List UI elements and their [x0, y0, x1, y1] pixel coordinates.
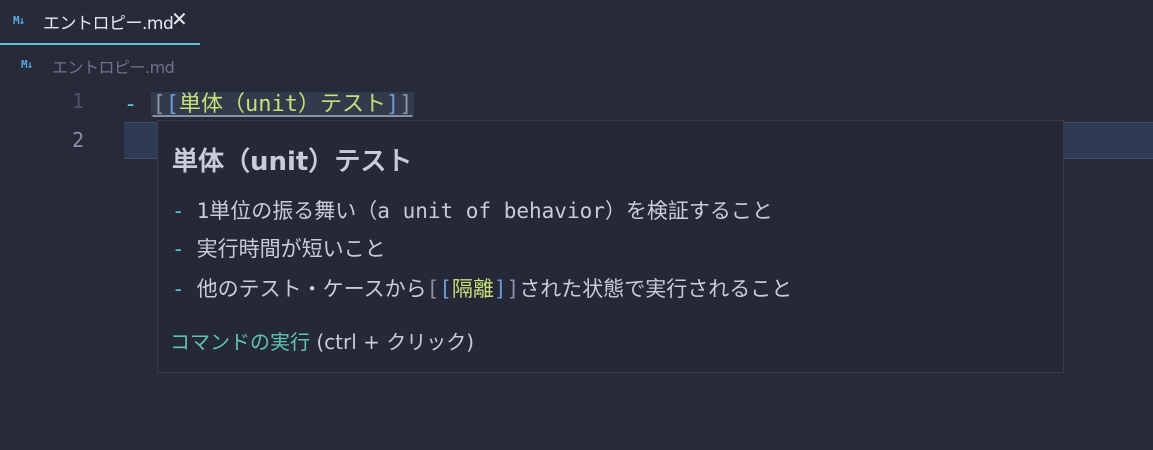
line-number: 2 [71, 128, 84, 152]
list-dash: - [172, 199, 185, 223]
hover-title: 単体（unit）テスト [172, 147, 413, 177]
wiki-link[interactable]: [[単体（unit）テスト]] [150, 92, 415, 117]
tab-label: エントロピー.md [43, 14, 174, 34]
hover-list-item: - 他のテスト・ケースから[[隔離]]された状態で実行されること [172, 273, 792, 303]
footer-hint: (ctrl + クリック) [310, 330, 475, 354]
list-dash: - [172, 277, 185, 301]
hover-item-text: 1単位の振る舞い（a unit of behavior）を検証すること [196, 199, 773, 223]
close-icon[interactable]: ✕ [171, 8, 188, 30]
bracket: [ [439, 277, 452, 301]
execute-command-link[interactable]: コマンドの実行 [170, 330, 310, 354]
bracket: ] [399, 92, 413, 117]
line-content[interactable]: - [[単体（unit）テスト]] [124, 86, 415, 118]
bracket: [ [152, 92, 166, 117]
breadcrumb-file[interactable]: エントロピー.md [52, 54, 175, 78]
hover-item-text: 他のテスト・ケースから [196, 277, 427, 301]
hover-item-text: された状態で実行されること [519, 277, 793, 301]
editor-line-1[interactable]: 1 - [[単体（unit）テスト]] [0, 82, 1153, 122]
list-dash: - [172, 237, 185, 261]
bracket: ] [385, 92, 400, 117]
hover-item-text: 実行時間が短いこと [196, 237, 386, 261]
bracket: ] [493, 277, 507, 301]
breadcrumb[interactable]: M↓ エントロピー.md [0, 50, 400, 78]
hover-list-item: -1単位の振る舞い（a unit of behavior）を検証すること [172, 195, 773, 225]
wiki-link-text[interactable]: 隔離 [452, 277, 494, 301]
hover-list-item: - 実行時間が短いこと [172, 233, 386, 263]
markdown-icon: M↓ [13, 14, 25, 27]
hover-preview: 単体（unit）テスト -1単位の振る舞い（a unit of behavior… [157, 120, 1064, 373]
markdown-icon: M↓ [21, 58, 33, 71]
wiki-link-text[interactable]: 単体（unit）テスト [179, 92, 386, 117]
line-number: 1 [71, 89, 84, 113]
bracket: ] [506, 277, 520, 301]
tab-entropy-md[interactable]: M↓ エントロピー.md ✕ [0, 0, 200, 45]
bracket: [ [426, 277, 440, 301]
bracket: [ [165, 92, 179, 117]
hover-footer: コマンドの実行 (ctrl + クリック) [170, 326, 474, 355]
tab-bar: M↓ エントロピー.md ✕ [0, 0, 1153, 45]
list-dash: - [124, 92, 138, 117]
